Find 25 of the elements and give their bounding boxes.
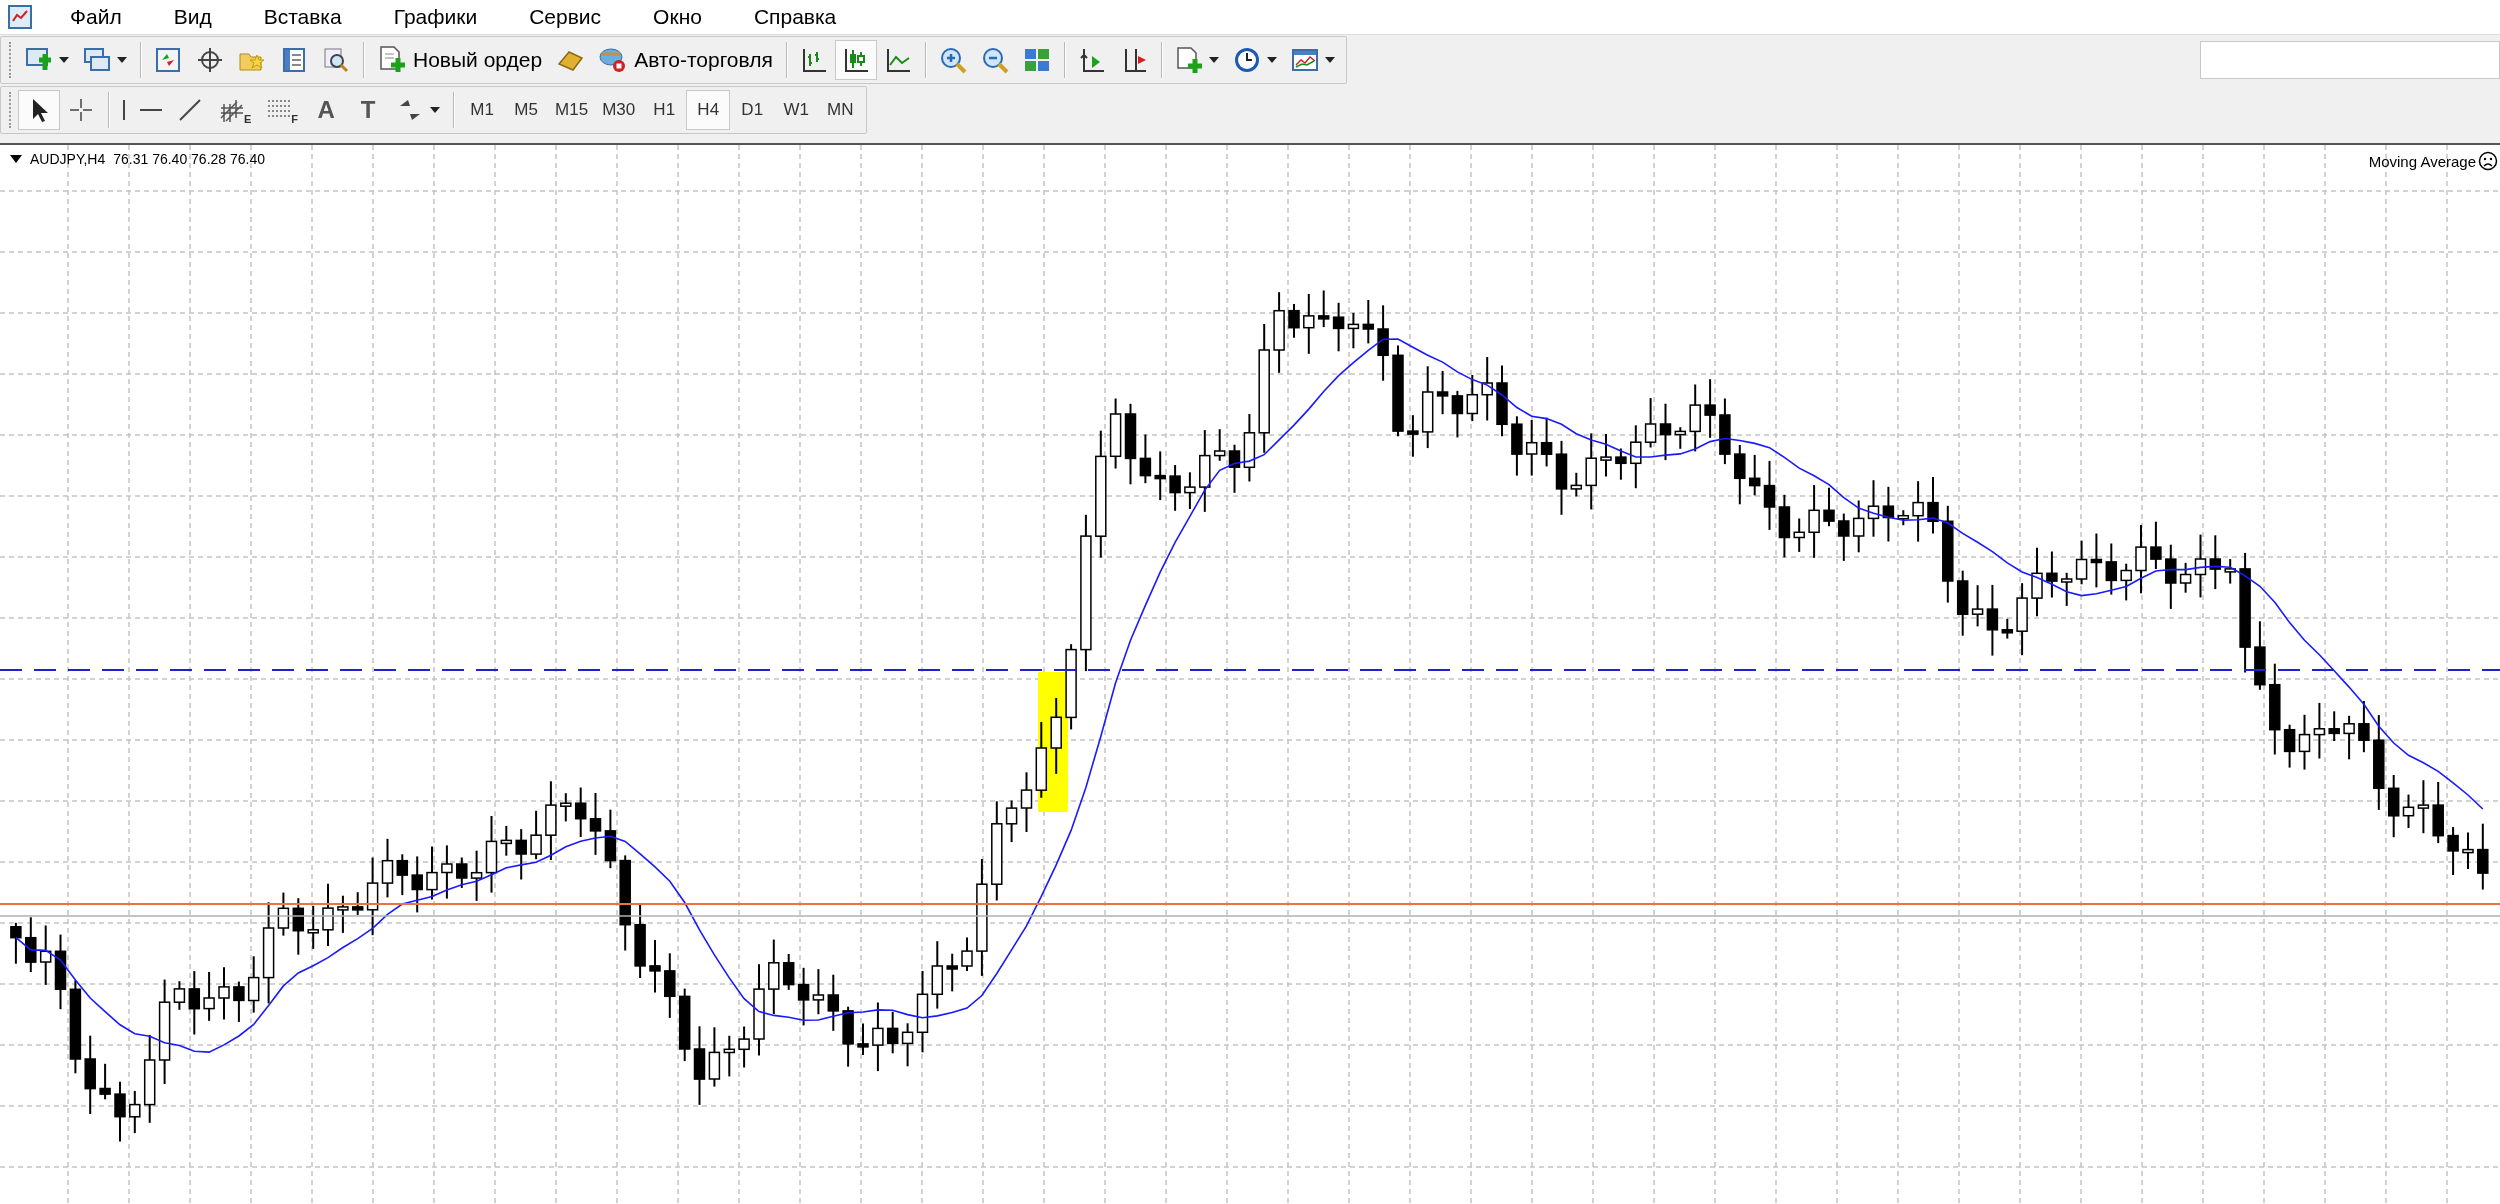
menu-item[interactable]: Справка — [725, 5, 861, 29]
timeframe-button[interactable]: M5 — [504, 90, 549, 130]
timeframe-button[interactable]: M30 — [595, 90, 643, 130]
menu-item[interactable]: Графики — [365, 5, 502, 29]
chart-symbol: AUDJPY,H4 — [30, 151, 106, 167]
drawing-tool-button[interactable]: E — [211, 90, 259, 130]
timeframe-button[interactable]: D1 — [730, 90, 775, 130]
timeframe-button[interactable]: H4 — [686, 90, 731, 130]
timeframe-button[interactable]: M1 — [460, 90, 505, 130]
menu-item[interactable]: Вставка — [235, 5, 366, 29]
new-order-button[interactable]: Новый ордер — [370, 40, 550, 80]
drawing-tool-button[interactable]: T — [347, 90, 390, 130]
menu-item[interactable]: Сервис — [501, 5, 626, 29]
chart-quotes: 76.31 76.40 76.28 76.40 — [113, 151, 266, 167]
menu-item[interactable]: Файл — [42, 5, 146, 29]
timeframe-button[interactable]: MN — [818, 90, 863, 130]
expert-name: Moving Average — [2368, 152, 2476, 170]
drawing-tool-button[interactable]: F — [258, 90, 306, 130]
menu-item[interactable]: Окно — [625, 5, 726, 29]
drawing-tool-button[interactable]: A — [305, 90, 348, 130]
timeframe-button[interactable]: M15 — [548, 90, 596, 130]
menu-item[interactable]: Вид — [145, 5, 236, 29]
timeframe-button[interactable]: H1 — [642, 90, 687, 130]
timeframe-button[interactable]: W1 — [774, 90, 819, 130]
auto-trading-button[interactable]: Авто-торговля — [591, 40, 780, 80]
